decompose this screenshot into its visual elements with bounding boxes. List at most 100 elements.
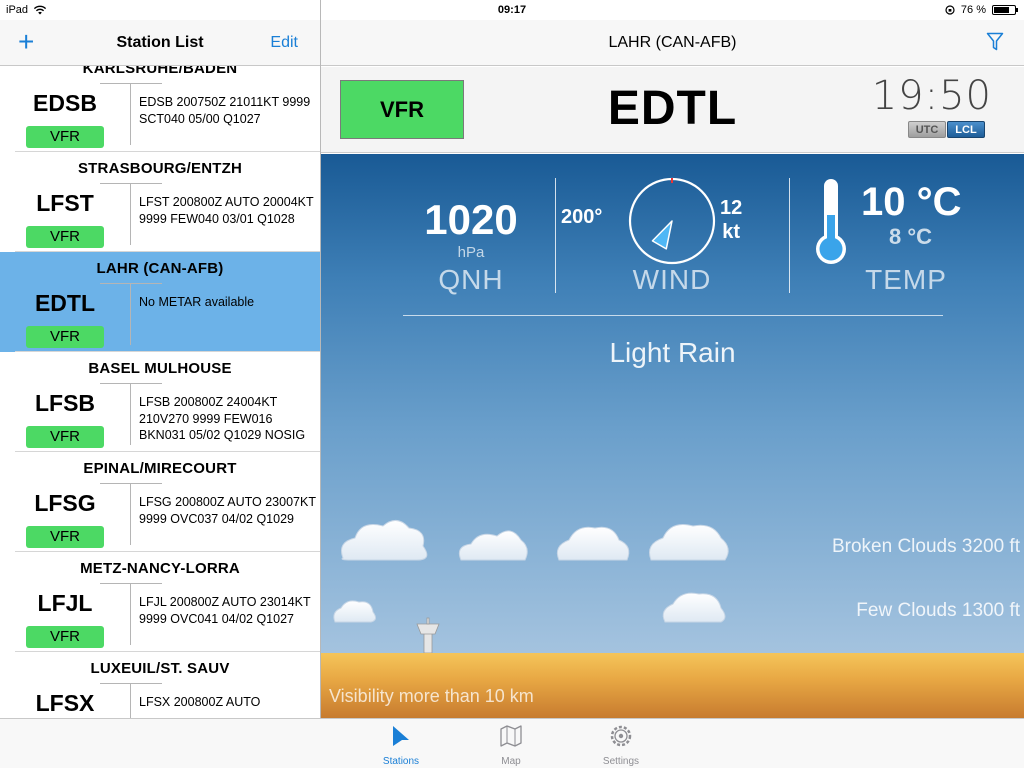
qnh-label: QNH [438,264,504,295]
station-row[interactable]: LUXEUIL/ST. SAUV LFSX LFSX 200800Z AUTO [0,652,320,718]
station-name: BASEL MULHOUSE [88,360,232,377]
flight-category-badge: VFR [26,226,104,248]
station-row[interactable]: KARLSRUHE/BADEN EDSB EDSB 200750Z 21011KT … [0,66,320,152]
battery-icon [992,5,1018,15]
status-time: 09:17 [497,4,527,16]
cloud-icon [458,530,528,561]
qnh-value: 1020 [424,196,518,243]
row-divider [130,383,131,445]
station-header: VFR EDTL 19:50 UTC LCL [321,67,1024,153]
status-bar: iPad 09:17 76 % [0,0,1024,20]
cloud-icon [341,520,428,561]
utc-toggle[interactable]: UTC [908,121,946,138]
station-metar: No METAR available [139,295,255,309]
weather-panel: 1020 hPa QNH 200° 12 kt WIND 10 °C 8 °C … [321,154,1024,653]
station-name: METZ-NANCY-LORRA [80,560,240,577]
cloud-icon [662,592,726,623]
wind-speed-value: 12 [720,197,743,219]
dewpoint-value: 8 °C [889,224,933,249]
row-divider [130,483,131,545]
wind-direction: 200° [561,206,603,228]
detail-navbar: LAHR (CAN-AFB) [321,20,1024,66]
tab-label: Map [501,756,521,767]
flight-category-badge: VFR [26,626,104,648]
detail-title: LAHR (CAN-AFB) [608,34,737,51]
station-name: STRASBOURG/ENTZH [77,160,243,177]
station-metar: LFSX 200800Z AUTO [139,695,261,709]
tab-map[interactable]: Map [481,723,541,767]
cloud-illustration [333,520,729,653]
row-divider [100,483,162,484]
row-divider [100,283,162,284]
row-divider [100,383,162,384]
weather-divider [403,315,943,316]
cloud-icon [649,524,729,561]
row-divider [130,583,131,645]
station-row[interactable]: METZ-NANCY-LORRA LFJL LFJL 200800Z AUTO 23… [0,552,320,652]
station-list-navbar: + Station List Edit [0,20,320,66]
wind-speed: 12 kt [720,196,742,244]
tab-label: Settings [602,756,640,767]
station-icao-code: LFST [36,190,94,216]
station-name: EPINAL/MIRECOURT [83,460,237,477]
weather-condition: Light Rain [609,337,736,368]
temperature-value: 10 °C [861,180,962,224]
cloud-layer-broken: Broken Clouds 3200 ft [831,536,1020,557]
station-list[interactable]: KARLSRUHE/BADEN EDSB EDSB 200750Z 21011KT … [0,66,320,718]
wind-speed-unit: kt [722,221,741,243]
temp-label: TEMP [865,264,947,295]
filter-icon[interactable] [986,32,1004,52]
tab-label: Stations [382,756,420,767]
stat-divider [789,178,790,293]
lock-rotation-icon [945,5,955,15]
edit-button[interactable]: Edit [270,34,298,52]
station-name: LAHR (CAN-AFB) [96,260,224,277]
row-divider [130,83,131,145]
station-icao-code: LFSB [34,390,96,416]
cloud-icon [333,600,377,623]
station-metar: LFSG 200800Z AUTO 23007KT 9999 OVC037 04… [139,495,316,526]
station-row[interactable]: EPINAL/MIRECOURT LFSG LFSG 200800Z AUTO 23… [0,452,320,552]
row-divider [100,183,162,184]
row-divider [130,183,131,245]
control-tower-icon [416,617,440,653]
cloud-layer-few: Few Clouds 1300 ft [856,600,1020,621]
station-metar: LFST 200800Z AUTO 20004KT 9999 FEW040 03… [139,195,314,226]
station-name: KARLSRUHE/BADEN [82,66,238,77]
stat-divider [555,178,556,293]
station-metar: EDSB 200750Z 21011KT 9999 SCT040 05/00 Q… [139,95,311,126]
row-divider [100,83,162,84]
tab-settings[interactable]: Settings [591,723,651,767]
stations-icon [393,726,409,746]
flight-category-badge: VFR [26,526,104,548]
thermometer-icon [816,179,846,264]
row-divider [130,283,131,345]
cloud-icon [556,526,630,561]
ground-band: Visibility more than 10 km [321,653,1024,718]
visibility-text: Visibility more than 10 km [329,686,534,706]
station-name: LUXEUIL/ST. SAUV [90,660,230,677]
row-divider [100,683,162,684]
station-row[interactable]: LAHR (CAN-AFB) EDTL No METAR available VFR [0,252,320,352]
station-icao-code: EDTL [34,290,96,316]
row-divider [100,583,162,584]
station-metar: LFJL 200800Z AUTO 23014KT 9999 OVC041 04… [139,595,311,626]
clock: 19:50 [871,73,992,119]
station-icao-code: EDSB [33,90,97,116]
battery-percent: 76 % [960,4,986,16]
station-row[interactable]: BASEL MULHOUSE LFSB LFSB 200800Z 24004KT 2… [0,352,320,452]
wind-compass-icon [628,177,716,265]
settings-icon [610,725,632,747]
lcl-toggle[interactable]: LCL [947,121,985,138]
flight-category-badge: VFR [26,126,104,148]
flight-category-badge: VFR [26,326,104,348]
station-icao-code: LFSG [34,490,96,516]
qnh-unit: hPa [457,244,485,261]
tab-bar: Stations Map Settings [0,718,1024,768]
station-row[interactable]: STRASBOURG/ENTZH LFST LFST 200800Z AUTO 20… [0,152,320,252]
station-icao-code: LFJL [37,590,93,616]
row-divider [130,683,131,718]
flight-category-badge: VFR [26,426,104,448]
station-metar: LFSB 200800Z 24004KT 210V270 9999 FEW016… [139,395,306,442]
tab-stations[interactable]: Stations [371,723,431,767]
